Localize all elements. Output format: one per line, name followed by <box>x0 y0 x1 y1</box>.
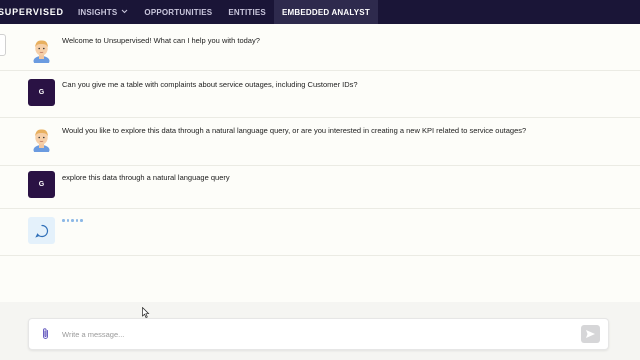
chat-message: Welcome to Unsupervised! What can I help… <box>0 24 640 71</box>
nav-item-insights[interactable]: INSIGHTS <box>70 0 136 24</box>
message-composer <box>28 318 609 350</box>
assistant-avatar <box>28 217 55 244</box>
memoji-avatar-icon <box>33 129 50 152</box>
message-text: Welcome to Unsupervised! What can I help… <box>62 36 260 45</box>
nav-item-embedded-analyst[interactable]: EMBEDDED ANALYST <box>273 0 378 24</box>
memoji-avatar-icon <box>33 40 50 63</box>
top-nav: SUPERVISED INSIGHTS OPPORTUNITIES ENTITI… <box>0 0 640 24</box>
chat-bubble-icon <box>34 224 48 238</box>
chevron-down-icon <box>121 9 128 16</box>
brand-logo[interactable]: SUPERVISED <box>0 7 70 17</box>
user-avatar: G <box>28 171 55 198</box>
nav-item-opportunities[interactable]: OPPORTUNITIES <box>136 0 220 24</box>
message-text: explore this data through a natural lang… <box>62 173 230 182</box>
nav-item-label: ENTITIES <box>228 7 266 17</box>
chat-message-loading <box>0 208 640 256</box>
chat-message: G Can you give me a table with complaint… <box>0 70 640 118</box>
nav-item-label: OPPORTUNITIES <box>144 7 213 17</box>
message-text: Can you give me a table with complaints … <box>62 80 358 89</box>
message-text: Would you like to explore this data thro… <box>62 126 527 135</box>
bot-avatar <box>28 125 55 152</box>
paperclip-icon[interactable] <box>41 327 50 345</box>
send-button[interactable] <box>581 325 600 343</box>
send-icon <box>586 330 595 338</box>
user-avatar: G <box>28 79 55 106</box>
nav-item-entities[interactable]: ENTITIES <box>220 0 274 24</box>
bot-avatar <box>28 36 55 63</box>
typing-indicator <box>62 219 83 222</box>
nav-item-label: INSIGHTS <box>78 7 118 17</box>
message-input[interactable] <box>62 325 562 343</box>
nav-item-label: EMBEDDED ANALYST <box>281 7 370 17</box>
mouse-cursor-icon <box>142 306 150 324</box>
chat-message: Would you like to explore this data thro… <box>0 117 640 166</box>
chat-thread: Welcome to Unsupervised! What can I help… <box>0 24 640 302</box>
chat-message: G explore this data through a natural la… <box>0 165 640 209</box>
